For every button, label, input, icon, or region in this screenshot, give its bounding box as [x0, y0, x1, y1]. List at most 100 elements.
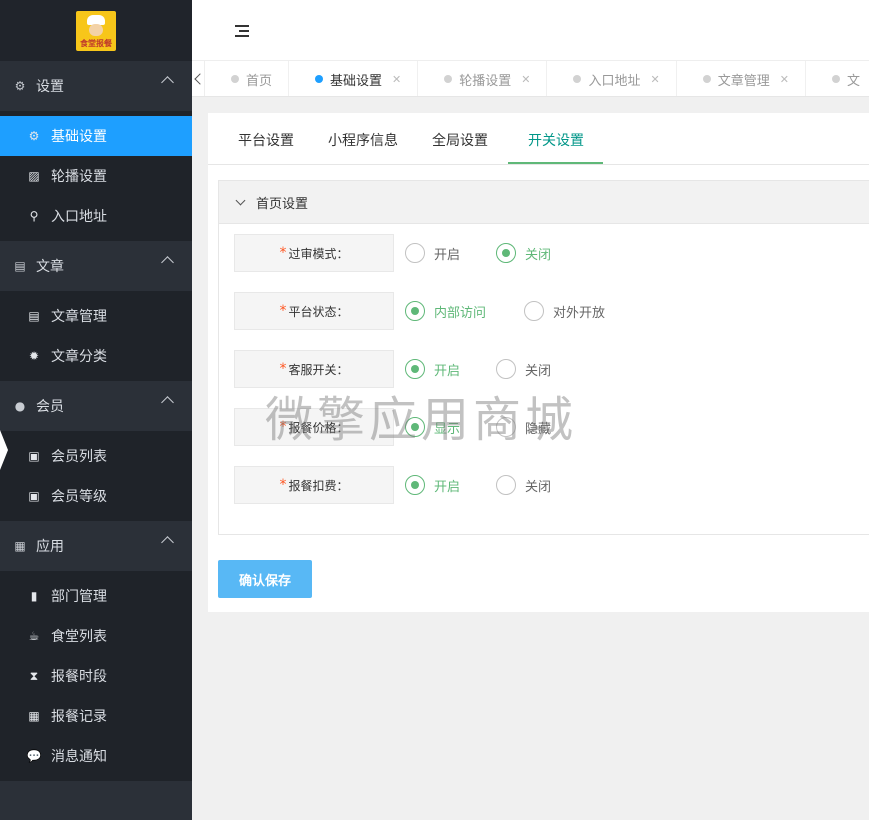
- sidebar-item-meal-records[interactable]: ▦ 报餐记录: [0, 696, 192, 736]
- menu-group-members[interactable]: ● 会员: [0, 381, 192, 431]
- sidebar-item-entry-address[interactable]: ⚲ 入口地址: [0, 196, 192, 236]
- menu-group-items: ⚙ 基础设置 ▨ 轮播设置 ⚲ 入口地址: [0, 111, 192, 241]
- form-row-platform-status: * 平台状态： 内部访问 对外开放: [234, 292, 864, 330]
- subtab-active-indicator: [508, 162, 603, 164]
- close-icon[interactable]: ✕: [651, 73, 660, 86]
- subtab-switch-settings[interactable]: 开关设置: [528, 130, 584, 150]
- radio-checked-icon: [405, 359, 425, 379]
- sidebar-item-canteen-list[interactable]: ☕ 食堂列表: [0, 616, 192, 656]
- chevron-up-icon: [161, 256, 174, 269]
- form-label: * 平台状态：: [234, 292, 394, 330]
- sidebar-item-article-category[interactable]: ✹ 文章分类: [0, 336, 192, 376]
- menu-toggle-icon[interactable]: [235, 25, 249, 37]
- sidebar-item-label: 报餐时段: [51, 669, 107, 685]
- radio-option[interactable]: 隐藏: [496, 417, 551, 437]
- top-header: [192, 0, 869, 61]
- menu-group-items: ▣ 会员列表 ▣ 会员等级: [0, 431, 192, 521]
- tab-dot-icon: [702, 75, 711, 83]
- sidebar-item-department-management[interactable]: ▮ 部门管理: [0, 576, 192, 616]
- radio-option[interactable]: 内部访问: [405, 301, 486, 321]
- radio-option[interactable]: 开启: [405, 243, 460, 263]
- sidebar-item-carousel-settings[interactable]: ▨ 轮播设置: [0, 156, 192, 196]
- radio-option[interactable]: 开启: [405, 359, 460, 379]
- settings-subtabs: 平台设置 小程序信息 全局设置 开关设置: [208, 113, 869, 165]
- sidebar-item-label: 入口地址: [51, 209, 107, 225]
- radio-label: 关闭: [525, 247, 552, 263]
- chevron-up-icon: [161, 536, 174, 549]
- tab-article-management[interactable]: 文章管理 ✕: [677, 61, 806, 96]
- sidebar-item-basic-settings[interactable]: ⚙ 基础设置: [0, 116, 192, 156]
- grid-icon: ▦: [14, 539, 26, 553]
- sidebar-item-article-management[interactable]: ▤ 文章管理: [0, 296, 192, 336]
- page-tabs: 首页 基础设置 ✕ 轮播设置 ✕ 入口地址 ✕ 文章管理 ✕ 文: [192, 61, 869, 97]
- sidebar-item-meal-periods[interactable]: ⧗ 报餐时段: [0, 656, 192, 696]
- sidebar-item-label: 会员等级: [51, 489, 107, 505]
- tab-article-category[interactable]: 文: [806, 61, 869, 96]
- chevron-up-icon: [161, 396, 174, 409]
- radio-option[interactable]: 关闭: [496, 359, 551, 379]
- required-mark: *: [279, 303, 287, 319]
- radio-checked-icon: [405, 417, 425, 437]
- panel-title: 首页设置: [256, 196, 309, 212]
- gears-icon: ⚙: [14, 79, 26, 93]
- menu-group-apps[interactable]: ▦ 应用: [0, 521, 192, 571]
- radio-label: 关闭: [525, 479, 552, 495]
- menu-group-label: 文章: [36, 259, 64, 275]
- sidebar-item-label: 文章管理: [51, 309, 107, 325]
- required-mark: *: [279, 477, 287, 493]
- radio-circle-icon: [496, 359, 516, 379]
- radio-option[interactable]: 开启: [405, 475, 460, 495]
- form-label-text: 平台状态：: [288, 304, 349, 319]
- tab-label: 文章管理: [717, 73, 770, 89]
- sidebar-collapse-arrow-icon[interactable]: [0, 430, 8, 470]
- form-label: * 报餐价格：: [234, 408, 394, 446]
- list-icon: ▮: [30, 589, 38, 603]
- menu-group-settings[interactable]: ⚙ 设置: [0, 61, 192, 111]
- menu-group-items: ▤ 文章管理 ✹ 文章分类: [0, 291, 192, 381]
- radio-label: 隐藏: [525, 421, 552, 437]
- close-icon[interactable]: ✕: [780, 73, 789, 86]
- tab-label: 基础设置: [330, 73, 383, 89]
- logo[interactable]: 食堂报餐: [76, 10, 116, 51]
- tab-carousel-settings[interactable]: 轮播设置 ✕: [418, 61, 548, 96]
- sidebar-item-label: 消息通知: [51, 749, 107, 765]
- subtab-global-settings[interactable]: 全局设置: [432, 130, 488, 150]
- sidebar-item-label: 基础设置: [51, 129, 107, 145]
- sidebar-item-notifications[interactable]: 💬 消息通知: [0, 736, 192, 776]
- form-label-text: 报餐价格：: [288, 420, 349, 435]
- form-row-meal-deduction: * 报餐扣费： 开启 关闭: [234, 466, 864, 504]
- close-icon[interactable]: ✕: [521, 73, 530, 86]
- tabs-scroll-left-button[interactable]: [192, 61, 206, 96]
- tab-label: 入口地址: [588, 73, 641, 89]
- chevron-up-icon: [161, 76, 174, 89]
- menu-group-articles[interactable]: ▤ 文章: [0, 241, 192, 291]
- radio-circle-icon: [405, 243, 425, 263]
- sidebar-item-member-list[interactable]: ▣ 会员列表: [0, 436, 192, 476]
- close-icon[interactable]: ✕: [392, 73, 401, 86]
- table-icon: ▦: [28, 709, 40, 723]
- radio-circle-icon: [496, 417, 516, 437]
- save-button[interactable]: 确认保存: [218, 560, 312, 598]
- subtab-platform-settings[interactable]: 平台设置: [238, 130, 294, 150]
- radio-label: 关闭: [525, 363, 552, 379]
- radio-circle-icon: [524, 301, 544, 321]
- chevron-down-icon: [235, 195, 246, 205]
- tab-home[interactable]: 首页: [205, 61, 290, 96]
- radio-option[interactable]: 关闭: [496, 475, 551, 495]
- radio-label: 开启: [434, 247, 461, 263]
- chat-icon: 💬: [26, 749, 42, 763]
- form-row-meal-price: * 报餐价格： 显示 隐藏: [234, 408, 864, 446]
- panel-header[interactable]: 首页设置: [219, 181, 869, 224]
- radio-option[interactable]: 关闭: [496, 243, 551, 263]
- subtab-miniprogram-info[interactable]: 小程序信息: [328, 130, 398, 150]
- sidebar-item-label: 文章分类: [51, 349, 107, 365]
- chevron-left-icon: [194, 73, 206, 85]
- radio-checked-icon: [405, 301, 425, 321]
- tab-dot-icon: [444, 75, 453, 83]
- sidebar-item-member-level[interactable]: ▣ 会员等级: [0, 476, 192, 516]
- radio-option[interactable]: 对外开放: [524, 301, 605, 321]
- radio-option[interactable]: 显示: [405, 417, 460, 437]
- tab-entry-address[interactable]: 入口地址 ✕: [547, 61, 677, 96]
- tab-basic-settings[interactable]: 基础设置 ✕: [289, 61, 419, 96]
- radio-checked-icon: [496, 243, 516, 263]
